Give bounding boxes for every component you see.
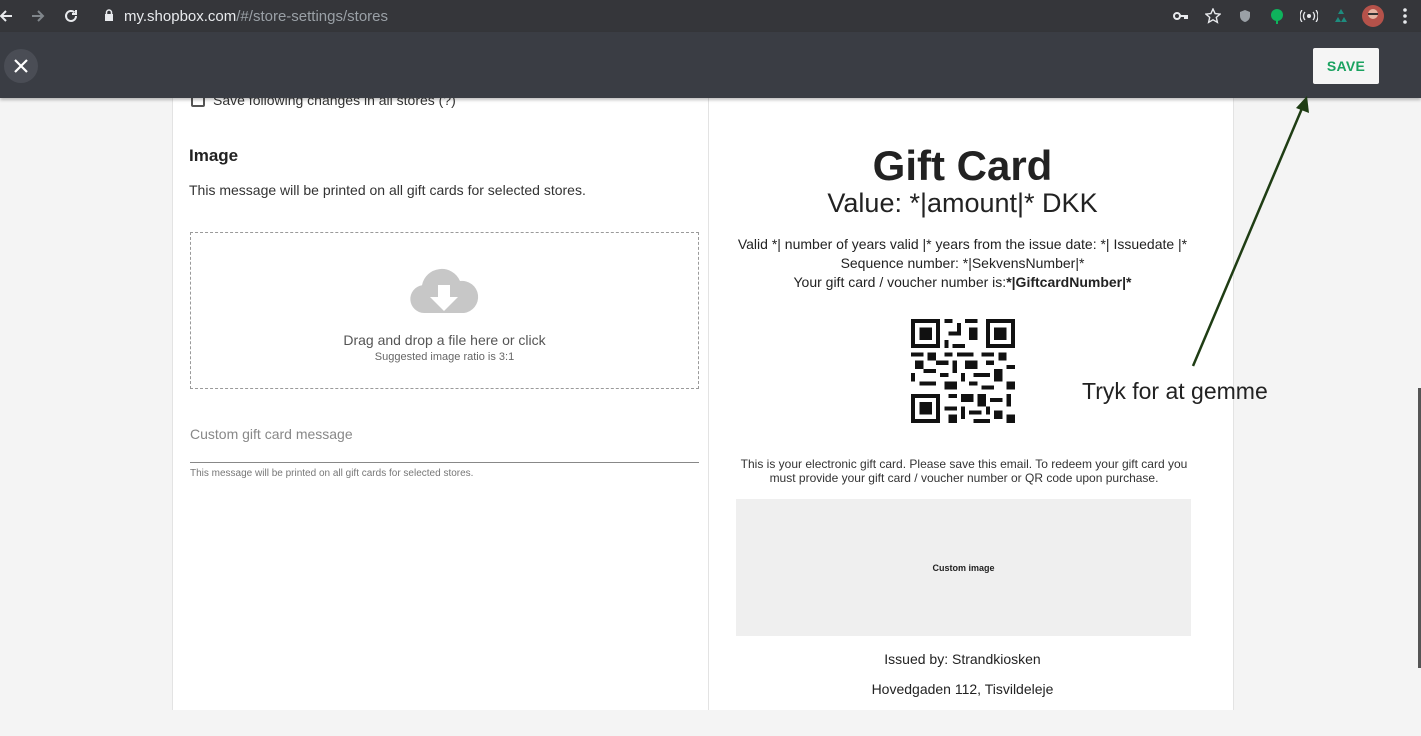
custom-message-input[interactable]: Custom gift card message xyxy=(190,426,353,442)
annotation-text: Tryk for at gemme xyxy=(1082,378,1268,404)
dropzone-ratio-hint: Suggested image ratio is 3:1 xyxy=(374,351,515,363)
gift-card-sequence: Sequence number: *|SekvensNumber|* xyxy=(840,255,1085,271)
avatar[interactable] xyxy=(1357,0,1389,32)
cloud-download-icon xyxy=(410,268,479,313)
custom-image-label: Custom image xyxy=(932,562,995,573)
address-bar[interactable]: my.shopbox.com/#/store-settings/stores xyxy=(104,4,388,28)
gift-card-note: This is your electronic gift card. Pleas… xyxy=(740,457,1188,485)
back-icon[interactable] xyxy=(0,2,20,30)
image-dropzone[interactable]: Drag and drop a file here or click Sugge… xyxy=(190,232,699,389)
gift-card-title: Gift Card xyxy=(872,142,1053,189)
image-section-description: This message will be printed on all gift… xyxy=(189,182,586,198)
custom-message-underline xyxy=(190,462,699,463)
key-icon[interactable] xyxy=(1165,0,1197,32)
url-host: my.shopbox.com xyxy=(124,7,237,25)
store-address: Hovedgaden 112, Tisvildeleje xyxy=(871,681,1054,697)
gift-card-number-prefix: Your gift card / voucher number is: xyxy=(793,274,1007,290)
gift-card-number-line: Your gift card / voucher number is:*|Gif… xyxy=(709,274,1216,290)
issued-by: Issued by: Strandkiosken xyxy=(884,651,1041,667)
image-section-title: Image xyxy=(189,146,239,165)
store-settings-panel: Save following changes in all stores (?)… xyxy=(172,92,1234,710)
reload-icon[interactable] xyxy=(57,2,85,30)
dropzone-instructions: Drag and drop a file here or click xyxy=(343,332,546,348)
browser-toolbar: my.shopbox.com/#/store-settings/stores xyxy=(0,0,1421,32)
gift-card-number: *|GiftcardNumber|* xyxy=(1006,274,1132,290)
qr-code-icon xyxy=(911,319,1015,423)
close-icon xyxy=(14,59,28,73)
custom-image-placeholder: Custom image xyxy=(736,499,1191,636)
green-extension-icon[interactable] xyxy=(1261,0,1293,32)
star-icon[interactable] xyxy=(1197,0,1229,32)
gift-card-validity: Valid *| number of years valid |* years … xyxy=(737,236,1188,252)
forward-icon[interactable] xyxy=(24,2,52,30)
menu-icon[interactable] xyxy=(1389,0,1421,32)
gift-card-value: Value: *|amount|* DKK xyxy=(827,188,1098,218)
app-toolbar: SAVE xyxy=(0,32,1421,98)
broadcast-extension-icon[interactable] xyxy=(1293,0,1325,32)
save-button[interactable]: SAVE xyxy=(1313,48,1379,84)
url-path: /#/store-settings/stores xyxy=(236,7,388,25)
close-button[interactable] xyxy=(4,49,38,83)
shield-extension-icon[interactable] xyxy=(1229,0,1261,32)
recycle-extension-icon[interactable] xyxy=(1325,0,1357,32)
custom-message-hint: This message will be printed on all gift… xyxy=(190,468,474,479)
lock-icon xyxy=(104,8,114,25)
